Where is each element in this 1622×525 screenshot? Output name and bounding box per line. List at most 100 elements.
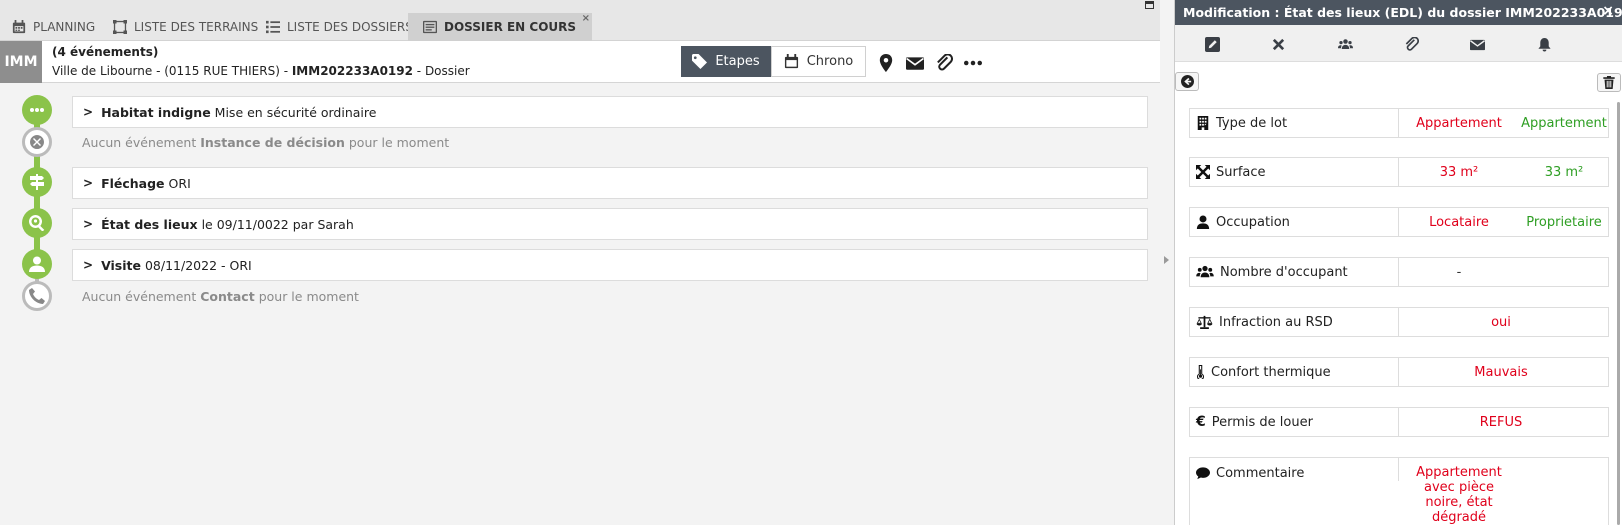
event-title: Fléchage: [101, 175, 165, 191]
trash-icon: [1603, 76, 1615, 89]
chevron-right-icon: >: [83, 105, 94, 119]
field-row-surface: Surface 33 m² 33 m²: [1189, 157, 1609, 187]
field-label-cell: Nombre d'occupant: [1190, 258, 1399, 286]
vector-square-icon: [113, 20, 127, 34]
map-marker-icon[interactable]: [877, 54, 895, 72]
field-label-cell: Commentaire: [1190, 458, 1399, 481]
users-icon: [1196, 265, 1214, 278]
chrono-view-button[interactable]: Chrono: [771, 46, 866, 77]
tab-planning[interactable]: PLANNING: [12, 13, 95, 41]
field-label: Confort thermique: [1211, 364, 1331, 380]
field-row-occupation: Occupation Locataire Proprietaire: [1189, 207, 1609, 237]
signpost-icon: [30, 174, 44, 190]
envelope-icon[interactable]: [906, 54, 924, 72]
empty-event-decision: Aucun événement Instance de décision pou…: [82, 135, 449, 150]
empty-event-contact: Aucun événement Contact pour le moment: [82, 289, 359, 304]
tab-label: DOSSIER EN COURS: [444, 20, 577, 34]
field-values: Locataire Proprietaire: [1399, 208, 1608, 236]
ellipsis-icon[interactable]: [964, 54, 982, 72]
field-label-cell: Confort thermique: [1190, 358, 1399, 386]
back-button[interactable]: [1175, 72, 1199, 91]
event-flechage[interactable]: > Fléchage ORI: [72, 167, 1148, 199]
tab-close-icon[interactable]: ×: [582, 14, 590, 24]
expand-arrows-icon: [1196, 165, 1210, 179]
chevron-right-icon: >: [83, 258, 94, 272]
tab-label: LISTE DES TERRAINS: [134, 20, 259, 34]
balance-scale-icon: [1196, 315, 1213, 329]
event-text: 08/11/2022 - ORI: [144, 257, 252, 273]
caret-right-icon: [1164, 256, 1169, 264]
phone-icon: [29, 288, 45, 304]
envelope-icon[interactable]: [1468, 35, 1486, 53]
tab-liste-des-dossiers[interactable]: LISTE DES DOSSIERS: [266, 13, 413, 41]
empty-title: Instance de décision: [200, 135, 345, 150]
field-values: oui: [1399, 308, 1608, 336]
dossier-reference: IMM202233A0192: [291, 64, 413, 78]
event-text: ORI: [168, 175, 191, 191]
field-values: Appartement Appartement: [1399, 109, 1608, 137]
times-circle-icon: [30, 135, 45, 149]
field-values: -: [1399, 258, 1608, 286]
comment-icon: [1196, 467, 1210, 480]
old-value: REFUS: [1479, 414, 1523, 430]
event-text: Mise en sécurité ordinaire: [214, 104, 377, 120]
event-count: (4 événements): [52, 45, 159, 59]
panel-splitter[interactable]: [1160, 0, 1175, 525]
field-row-commentaire: Commentaire Appartement avec pièce noire…: [1189, 457, 1609, 525]
new-value: 33 m²: [1544, 164, 1584, 180]
field-label-cell: € Permis de louer: [1190, 408, 1399, 436]
etapes-view-button[interactable]: Etapes: [681, 46, 771, 77]
event-title: État des lieux: [101, 216, 198, 232]
new-value: Proprietaire: [1526, 214, 1602, 230]
event-etat-des-lieux[interactable]: > État des lieux le 09/11/0022 par Sarah: [72, 208, 1148, 240]
field-label: Permis de louer: [1211, 414, 1313, 430]
old-value: Mauvais: [1474, 364, 1528, 380]
panel-toolbar: [1175, 25, 1622, 62]
delete-button[interactable]: [1597, 73, 1621, 92]
close-icon[interactable]: [1269, 35, 1287, 53]
bell-icon[interactable]: [1535, 35, 1553, 53]
user-icon: [1196, 215, 1210, 229]
tag-icon: [692, 54, 708, 69]
paperclip-icon[interactable]: [935, 53, 954, 72]
chevron-right-icon: >: [83, 217, 94, 231]
old-value: 33 m²: [1439, 164, 1479, 180]
dossier-header: IMM (4 événements) Ville de Libourne - (…: [0, 41, 1160, 83]
panel-title-bar: Modification : État des lieux (EDL) du d…: [1175, 0, 1622, 25]
field-row-permis-de-louer: € Permis de louer REFUS: [1189, 407, 1609, 437]
paperclip-icon[interactable]: [1402, 35, 1420, 53]
dossier-description: Ville de Libourne - (0115 RUE THIERS) - …: [52, 64, 470, 78]
event-habitat-indigne[interactable]: > Habitat indigne Mise en sécurité ordin…: [72, 96, 1148, 128]
edit-icon[interactable]: [1203, 35, 1221, 53]
close-icon[interactable]: ×: [1602, 3, 1614, 19]
new-value: Appartement: [1521, 115, 1607, 131]
building-icon: [1197, 116, 1209, 130]
tab-liste-des-terrains[interactable]: LISTE DES TERRAINS: [113, 13, 258, 41]
field-label: Nombre d'occupant: [1220, 264, 1348, 280]
list-icon: [266, 20, 280, 34]
maximize-icon[interactable]: [1145, 1, 1154, 9]
timeline-node-decision: [22, 127, 52, 157]
event-title: Habitat indigne: [101, 104, 211, 120]
chevron-right-icon: >: [83, 176, 94, 190]
dossier-suffix: - Dossier: [412, 64, 470, 78]
field-values: REFUS: [1399, 408, 1608, 436]
field-label: Commentaire: [1216, 466, 1305, 481]
event-visite[interactable]: > Visite 08/11/2022 - ORI: [72, 249, 1148, 281]
panel-scrollbar[interactable]: [1617, 102, 1620, 525]
field-label: Infraction au RSD: [1219, 314, 1333, 330]
event-text: le 09/11/0022 par Sarah: [201, 216, 354, 232]
arrow-circle-left-icon: [1180, 75, 1194, 88]
user-icon: [29, 256, 45, 272]
dossier-type-badge: IMM: [0, 41, 42, 83]
field-label-cell: Infraction au RSD: [1190, 308, 1399, 336]
field-label: Type de lot: [1216, 115, 1288, 131]
empty-prefix: Aucun événement: [82, 135, 197, 150]
field-label-cell: Occupation: [1190, 208, 1399, 236]
empty-title: Contact: [200, 289, 255, 304]
field-label: Surface: [1216, 164, 1266, 180]
old-value: Locataire: [1429, 214, 1489, 230]
calendar-icon: [784, 54, 798, 69]
users-icon[interactable]: [1336, 35, 1354, 53]
tab-dossier-en-cours[interactable]: DOSSIER EN COURS ×: [408, 13, 593, 41]
